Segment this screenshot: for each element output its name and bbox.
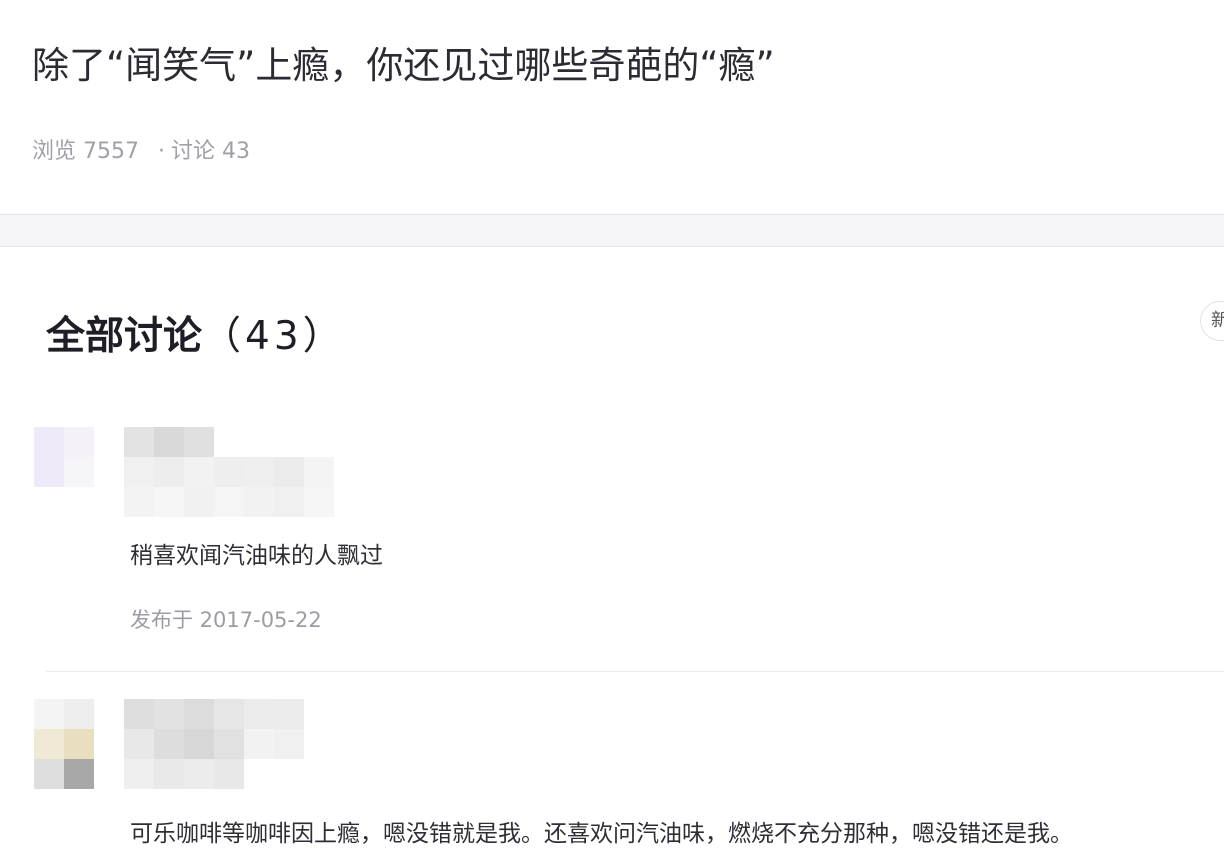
comment-date: 发布于 2017-05-22 <box>130 608 322 632</box>
sort-tab-newest[interactable]: 新 <box>1200 301 1224 341</box>
username-blurred[interactable] <box>124 699 304 789</box>
page: 除了“闻笑气”上瘾，你还见过哪些奇葩的“瘾” 浏览 7557 · 讨论 43 全部… <box>0 0 1224 856</box>
username-blurred[interactable] <box>124 427 364 517</box>
question-stats: 浏览 7557 · 讨论 43 <box>32 136 250 168</box>
stats-separator: · <box>158 139 166 164</box>
discussion-heading-label: 全部讨论 <box>46 314 203 359</box>
discuss-count: 43 <box>222 139 251 164</box>
comment-text: 稍喜欢闻汽油味的人飘过 <box>130 543 383 569</box>
comment-text: 可乐咖啡等咖啡因上瘾，嗯没错就是我。还喜欢问汽油味，燃烧不充分那种，嗯没错还是我… <box>130 821 1073 847</box>
discuss-label: 讨论 <box>171 139 216 164</box>
discussion-heading: 全部讨论（43） <box>46 311 346 363</box>
discussion-count: （43） <box>202 314 346 359</box>
avatar[interactable] <box>34 427 94 487</box>
discussion-section: 全部讨论（43） 新 稍喜欢闻汽油味的人飘过 发布于 2017-05-22 <box>0 246 1224 856</box>
question-header: 除了“闻笑气”上瘾，你还见过哪些奇葩的“瘾” 浏览 7557 · 讨论 43 <box>0 0 1224 215</box>
views-label: 浏览 <box>32 139 77 164</box>
question-title: 除了“闻笑气”上瘾，你还见过哪些奇葩的“瘾” <box>32 44 775 87</box>
views-count: 7557 <box>83 139 140 164</box>
comment-divider <box>46 671 1224 672</box>
avatar[interactable] <box>34 699 94 789</box>
